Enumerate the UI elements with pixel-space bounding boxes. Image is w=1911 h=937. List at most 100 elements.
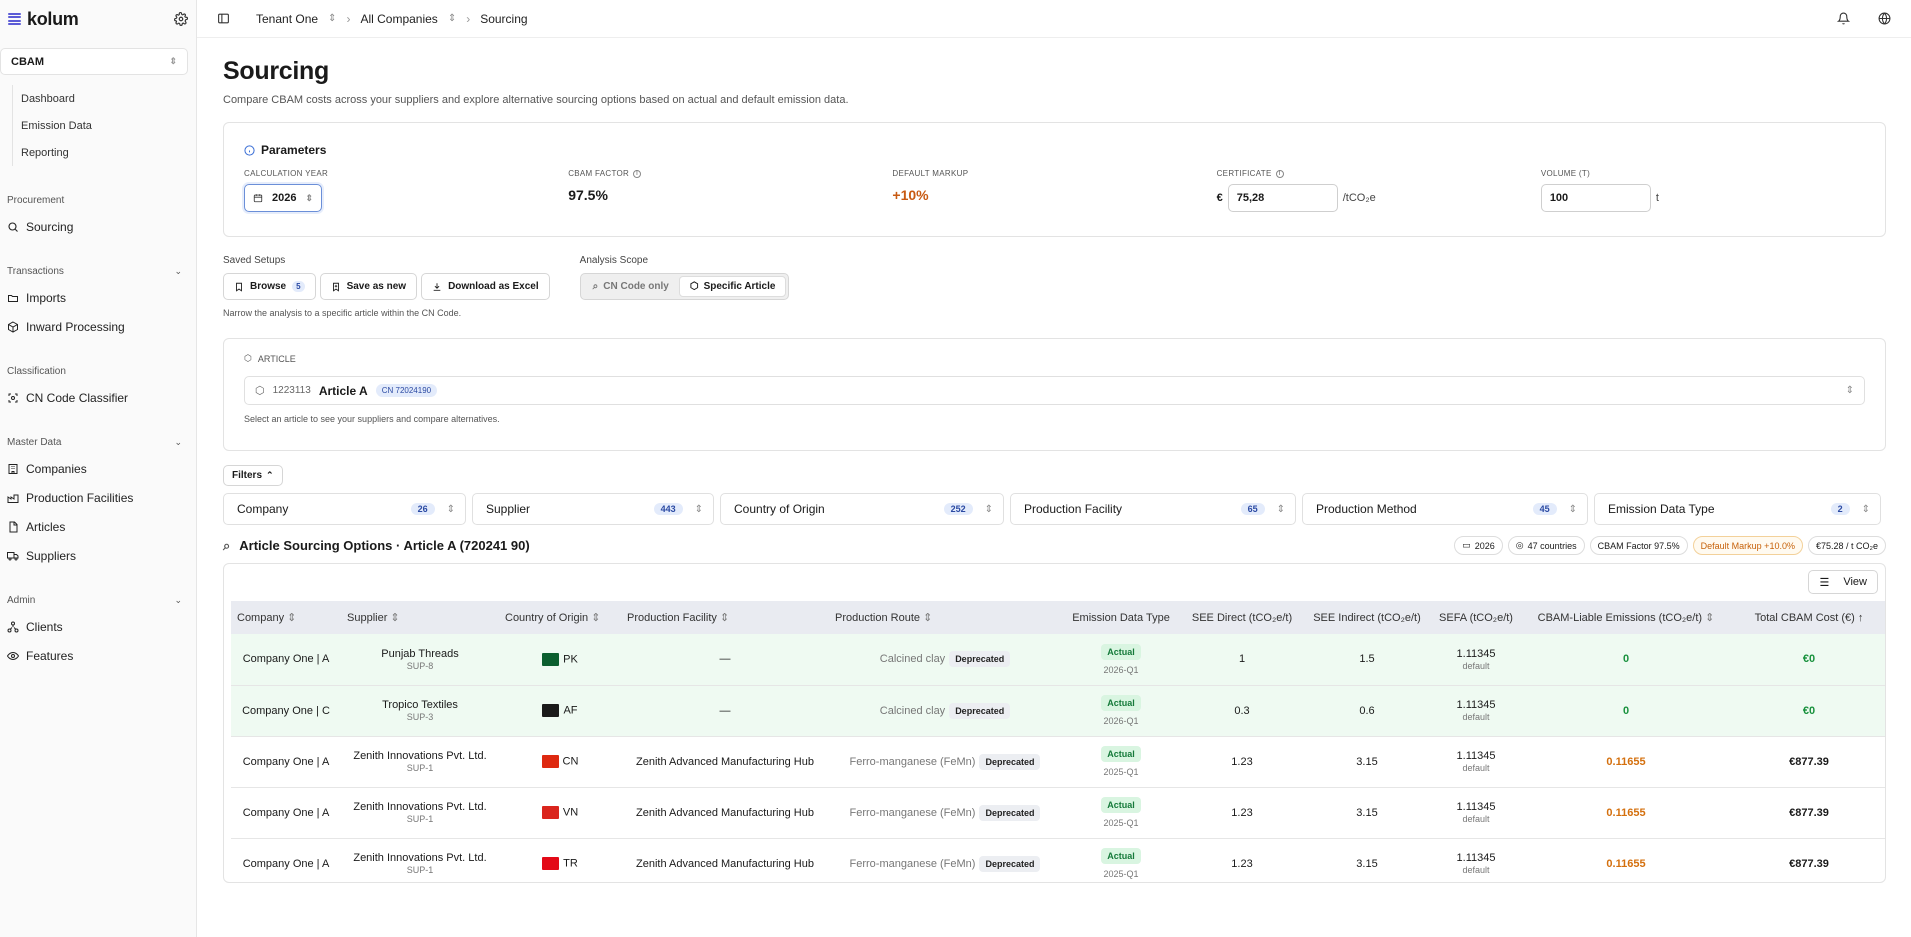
filter-supplier[interactable]: Supplier 443 ⇕ <box>472 493 714 525</box>
col-see-direct: SEE Direct (tCO₂e/t) <box>1181 601 1303 634</box>
route-name: Ferro-manganese (FeMn) <box>849 806 976 819</box>
scope-cn-label: CN Code only <box>603 281 669 292</box>
globe-icon[interactable] <box>1878 12 1891 25</box>
save-as-new-button[interactable]: Save as new <box>319 273 418 300</box>
certificate-input[interactable]: 75,28 <box>1227 184 1338 212</box>
col-total-cost[interactable]: Total CBAM Cost (€) ↑ <box>1731 601 1885 634</box>
col-company[interactable]: Company ⇕ <box>231 601 341 634</box>
group-transactions[interactable]: Transactions ⌄ <box>0 259 196 283</box>
sidebar-item-articles[interactable]: Articles <box>0 512 196 541</box>
chevron-updown-icon[interactable]: ⇕ <box>328 13 336 24</box>
volume-input[interactable]: 100 <box>1540 184 1651 212</box>
cell-company: Company One | A <box>231 634 341 686</box>
table-row[interactable]: Company One | A Zenith Innovations Pvt. L… <box>231 838 1885 882</box>
info-icon <box>244 144 255 156</box>
emission-type-badge: Actual <box>1101 797 1141 813</box>
logo-row: kolum <box>0 0 196 38</box>
filters-label: Filters <box>232 470 263 481</box>
view-options-button[interactable]: ☰ View <box>1808 570 1878 594</box>
filters-toggle-button[interactable]: Filters ⌃ <box>223 465 283 486</box>
table-body: Company One | A Punjab Threads SUP-8 PK — Cal… <box>231 634 1885 882</box>
info-icon[interactable]: i <box>633 169 642 178</box>
article-select[interactable]: ⬡ 1223113 Article A CN 72024190 ⇕ <box>244 376 1865 405</box>
section-header: ⌕ Article Sourcing Options · Article A (7… <box>223 536 1886 555</box>
table-toolbar: ☰ View <box>231 570 1878 594</box>
subnav-reporting[interactable]: Reporting <box>21 139 196 166</box>
year-select[interactable]: 2026 ⇕ <box>244 184 322 212</box>
subnav-dashboard[interactable]: Dashboard <box>21 85 196 112</box>
group-master-data[interactable]: Master Data ⌄ <box>0 430 196 454</box>
group-admin[interactable]: Admin ⌄ <box>0 588 196 612</box>
scope-toggle: ⌕ CN Code only ⬡ Specific Article <box>579 273 790 300</box>
info-icon[interactable]: i <box>1275 169 1284 178</box>
gear-icon[interactable] <box>174 12 188 26</box>
sefa-value: 1.11345 <box>1456 699 1496 711</box>
sort-icon: ⇕ <box>923 612 933 624</box>
sidebar-item-label: Production Facilities <box>26 490 134 505</box>
supplier-id: SUP-1 <box>406 814 434 824</box>
bell-icon[interactable] <box>1837 12 1850 25</box>
param-year: CALCULATION YEAR 2026 ⇕ <box>244 169 568 212</box>
table-row[interactable]: Company One | A Punjab Threads SUP-8 PK — Cal… <box>231 634 1885 686</box>
chevron-updown-icon: ⇕ <box>1845 385 1854 396</box>
sidebar-toggle-icon[interactable] <box>217 12 230 25</box>
browse-button[interactable]: Browse 5 <box>223 273 316 300</box>
logo-text: kolum <box>27 8 79 29</box>
table-row[interactable]: Company One | C Tropico Textiles SUP-3 AF — C… <box>231 685 1885 737</box>
sefa-value: 1.11345 <box>1456 750 1496 762</box>
sidebar-item-imports[interactable]: Imports <box>0 283 196 312</box>
emission-period: 2025-Q1 <box>1103 869 1139 879</box>
cell-see-indirect: 3.15 <box>1303 736 1431 788</box>
col-supplier[interactable]: Supplier ⇕ <box>341 601 499 634</box>
sidebar-item-companies[interactable]: Companies <box>0 454 196 483</box>
article-hint: Select an article to see your suppliers … <box>244 414 500 424</box>
col-route[interactable]: Production Route ⇕ <box>829 601 1061 634</box>
sidebar-item-cn-code-classifier[interactable]: CN Code Classifier <box>0 383 196 412</box>
sidebar-item-label: Companies <box>26 461 87 476</box>
scope-article-option[interactable]: ⬡ Specific Article <box>678 276 787 297</box>
filter-company[interactable]: Company 26 ⇕ <box>223 493 466 525</box>
chevron-updown-icon[interactable]: ⇕ <box>448 13 456 24</box>
breadcrumb-companies[interactable]: All Companies <box>360 12 437 26</box>
subnav-emission-data[interactable]: Emission Data <box>21 112 196 139</box>
logo[interactable]: kolum <box>8 9 79 30</box>
sliders-icon: ☰ <box>1819 576 1830 589</box>
cell-sefa: 1.11345 default <box>1431 736 1521 788</box>
table-header-row: Company ⇕ Supplier ⇕ Country of Origin ⇕… <box>231 601 1885 634</box>
col-label: Production Facility <box>627 612 717 624</box>
sidebar-item-production-facilities[interactable]: Production Facilities <box>0 483 196 512</box>
module-select[interactable]: CBAM ⇕ <box>0 48 188 75</box>
sidebar-item-suppliers[interactable]: Suppliers <box>0 541 196 570</box>
calendar-icon: ▭ <box>1462 540 1471 550</box>
scope-cn-code-option[interactable]: ⌕ CN Code only <box>583 276 679 297</box>
filter-country[interactable]: Country of Origin 252 ⇕ <box>720 493 1004 525</box>
col-country[interactable]: Country of Origin ⇕ <box>499 601 621 634</box>
cell-facility: — <box>621 634 829 686</box>
cell-see-indirect: 1.5 <box>1303 634 1431 686</box>
col-facility[interactable]: Production Facility ⇕ <box>621 601 829 634</box>
filter-emission-type[interactable]: Emission Data Type 2 ⇕ <box>1594 493 1881 525</box>
col-sefa: SEFA (tCO₂e/t) <box>1431 601 1521 634</box>
parameters-grid: CALCULATION YEAR 2026 ⇕ CBAM FACTOR i 97.… <box>244 169 1865 212</box>
col-label: Production Route <box>835 612 920 624</box>
filter-method[interactable]: Production Method 45 ⇕ <box>1302 493 1588 525</box>
table-row[interactable]: Company One | A Zenith Innovations Pvt. L… <box>231 736 1885 788</box>
sidebar-item-inward-processing[interactable]: Inward Processing <box>0 312 196 341</box>
col-liable-emissions[interactable]: CBAM-Liable Emissions (tCO₂e/t) ⇕ <box>1521 601 1731 634</box>
cell-sefa: 1.11345 default <box>1431 838 1521 882</box>
breadcrumb-tenant[interactable]: Tenant One <box>256 12 318 26</box>
supplier-name: Punjab Threads <box>381 647 459 660</box>
sidebar-item-clients[interactable]: Clients <box>0 612 196 641</box>
table-row[interactable]: Company One | A Zenith Innovations Pvt. L… <box>231 787 1885 839</box>
eye-icon <box>7 651 19 660</box>
sidebar-item-sourcing[interactable]: Sourcing <box>0 212 196 241</box>
article-label-text: ARTICLE <box>257 353 296 364</box>
article-name: Article A <box>318 383 368 398</box>
cell-country: TR <box>499 838 621 882</box>
chip-text: €75.28 / t CO₂e <box>1815 540 1878 551</box>
filter-facility[interactable]: Production Facility 65 ⇕ <box>1010 493 1296 525</box>
sidebar-item-features[interactable]: Features <box>0 641 196 670</box>
cell-see-direct: 0.3 <box>1181 685 1303 737</box>
sefa-source: default <box>1462 865 1490 875</box>
download-excel-button[interactable]: Download as Excel <box>421 273 550 300</box>
